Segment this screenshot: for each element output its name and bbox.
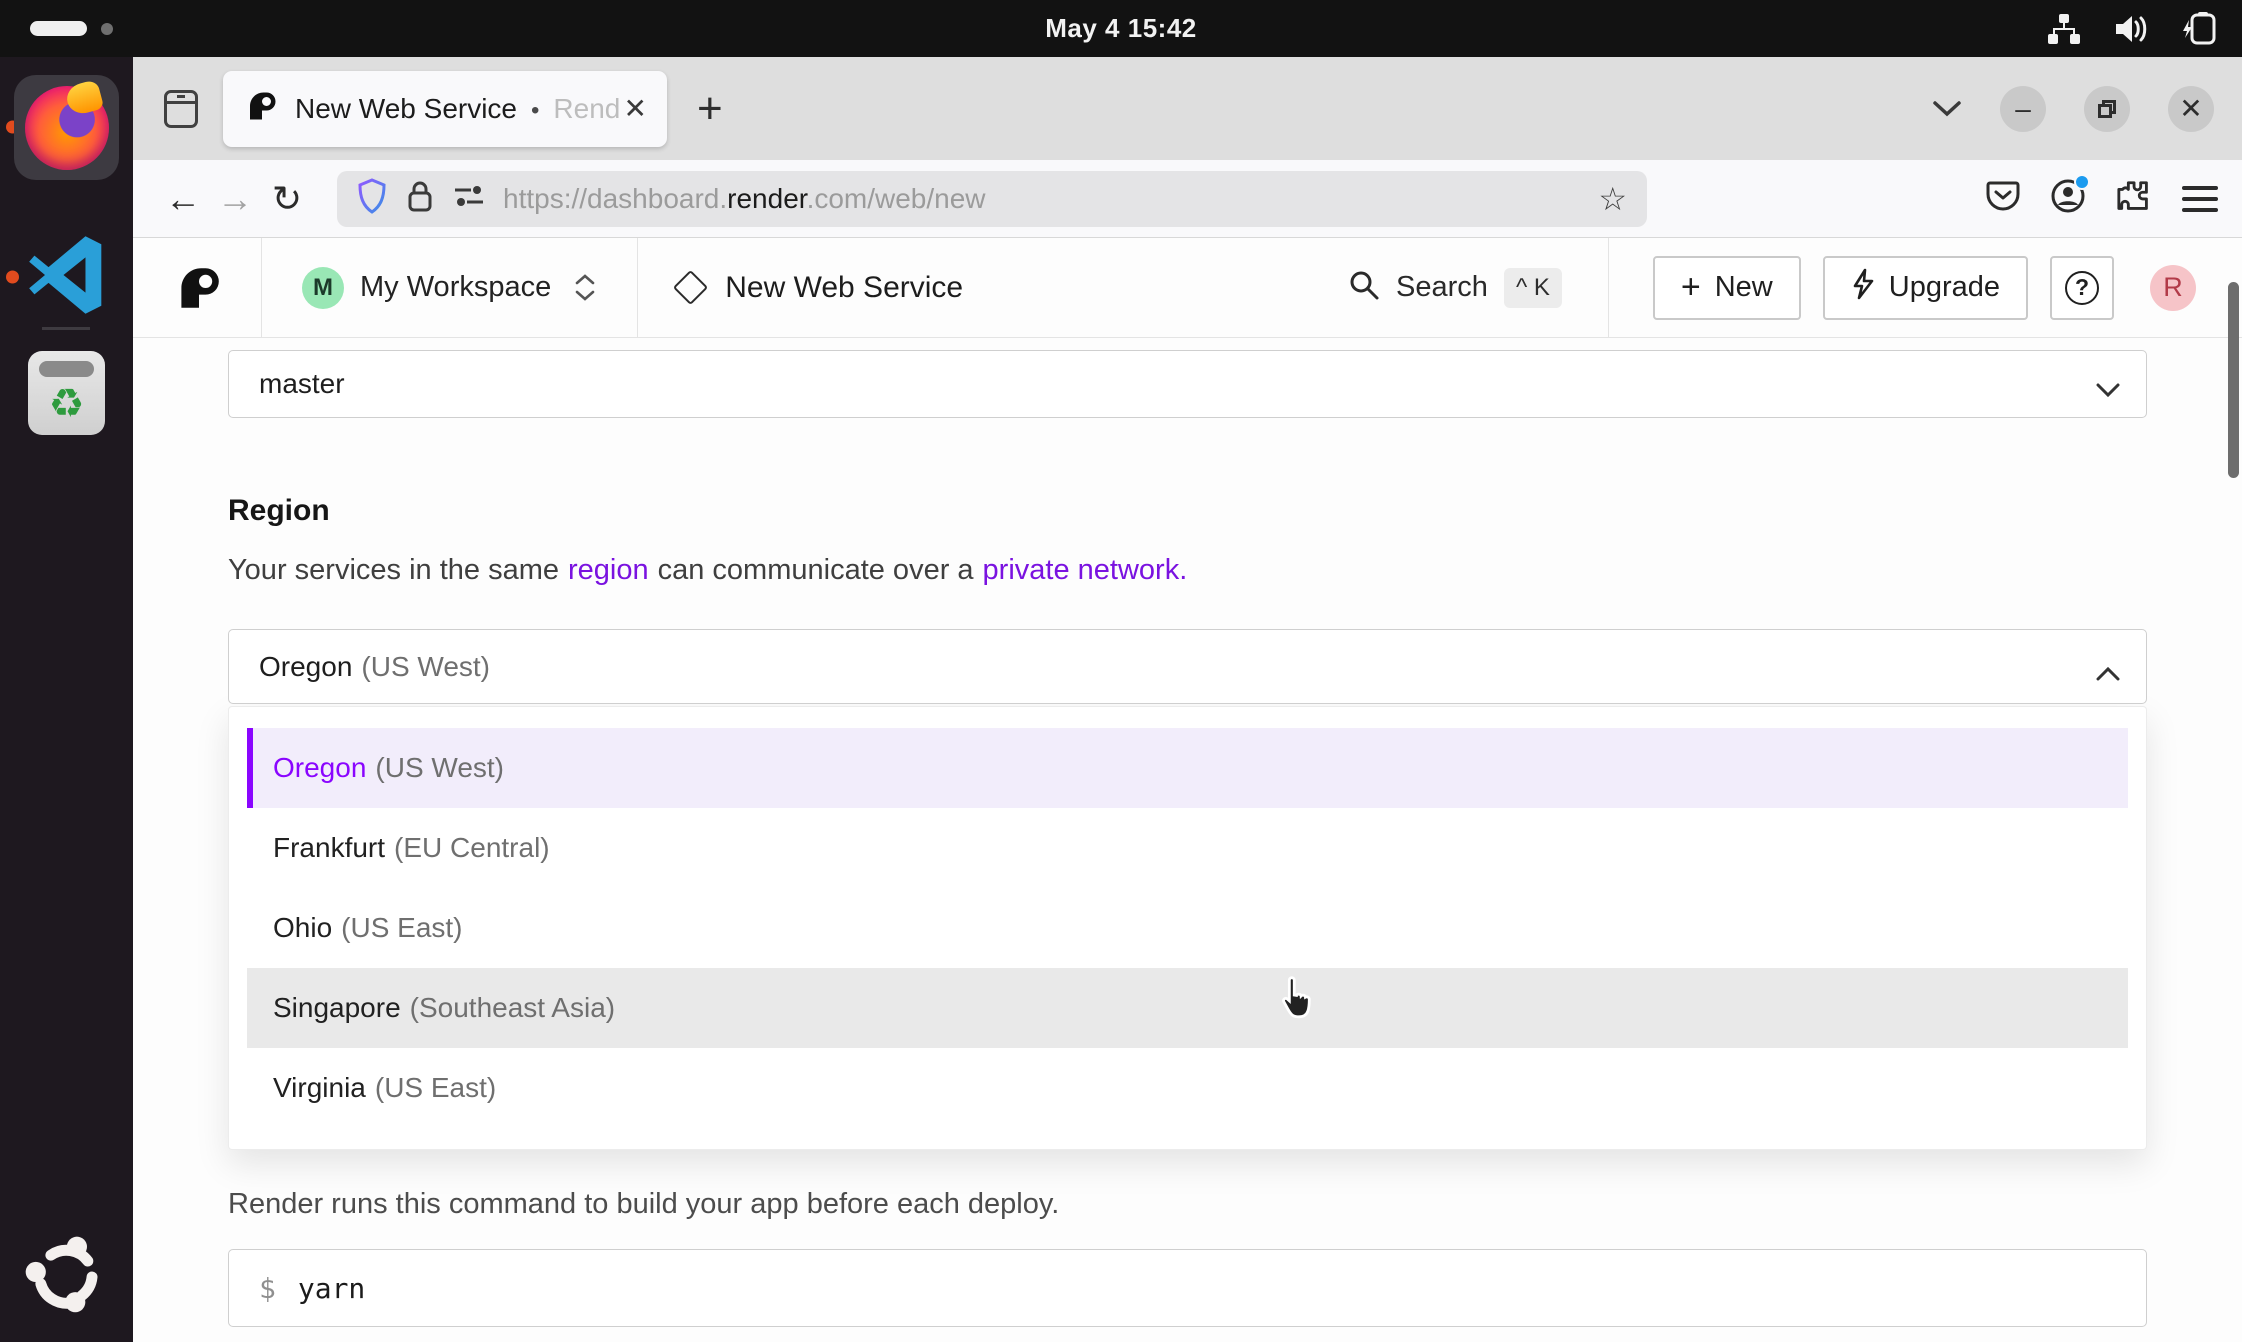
search-label: Search <box>1396 271 1488 304</box>
battery-icon[interactable] <box>2180 12 2220 46</box>
screen: May 4 15:42 <box>0 0 2242 1342</box>
reload-button[interactable]: ↻ <box>261 173 313 225</box>
tab-title: New Web Service•Rend <box>295 93 620 125</box>
site-header: M My Workspace New Web Service <box>133 238 2242 338</box>
tab-overview-button[interactable] <box>155 83 207 135</box>
permissions-icon[interactable] <box>453 183 485 214</box>
render-page: M My Workspace New Web Service <box>133 238 2242 1342</box>
build-command-help: Render runs this command to build your a… <box>228 1188 2147 1221</box>
tracking-shield-icon[interactable] <box>357 178 387 219</box>
url-text: https://dashboard.render.com/web/new <box>503 183 986 215</box>
region-link[interactable]: region <box>568 554 649 586</box>
close-button[interactable]: ✕ <box>2168 86 2214 132</box>
url-bar[interactable]: https://dashboard.render.com/web/new ☆ <box>337 171 1647 227</box>
minimize-button[interactable]: – <box>2000 86 2046 132</box>
new-tab-button[interactable]: + <box>697 87 723 131</box>
workspace-avatar: M <box>302 267 344 309</box>
dock: ♻ <box>0 57 133 1342</box>
region-option-frankfurt[interactable]: Frankfurt(EU Central) <box>247 808 2128 888</box>
user-avatar[interactable]: R <box>2150 265 2196 311</box>
navigation-bar: ← → ↻ https://dashboard.render.com/web/n… <box>133 160 2242 238</box>
menu-hamburger-icon[interactable] <box>2182 186 2218 212</box>
region-dropdown-list: Oregon(US West) Frankfurt(EU Central) Oh… <box>228 706 2147 1150</box>
restore-button[interactable] <box>2084 86 2130 132</box>
active-tab[interactable]: New Web Service•Rend ✕ <box>223 71 667 147</box>
bookmark-star-icon[interactable]: ☆ <box>1598 180 1627 218</box>
region-option-ohio[interactable]: Ohio(US East) <box>247 888 2128 968</box>
network-icon[interactable] <box>2046 12 2082 46</box>
dock-firefox[interactable] <box>0 57 133 197</box>
extensions-puzzle-icon[interactable] <box>2116 178 2152 219</box>
lightning-icon <box>1851 268 1875 308</box>
pocket-icon[interactable] <box>1986 180 2020 217</box>
vscode-icon <box>23 231 111 324</box>
browser-window: New Web Service•Rend ✕ + – ✕ ← → ↻ <box>133 57 2242 1342</box>
new-button[interactable]: + New <box>1653 256 1801 320</box>
lock-icon[interactable] <box>407 179 433 218</box>
private-network-link[interactable]: private network. <box>983 554 1188 586</box>
region-select-value: Oregon(US West) <box>259 651 490 683</box>
form-content: master Region Your services in the samer… <box>133 338 2242 1327</box>
restore-icon <box>2098 100 2116 118</box>
scrollbar-thumb[interactable] <box>2228 282 2239 478</box>
search-icon <box>1348 269 1380 306</box>
help-button[interactable]: ? <box>2050 256 2114 320</box>
forward-button[interactable]: → <box>209 173 261 225</box>
branch-value: master <box>259 368 345 400</box>
dock-vscode[interactable] <box>0 217 133 337</box>
tab-favicon-render-icon <box>247 91 277 126</box>
branch-select[interactable]: master <box>228 350 2147 418</box>
trash-icon[interactable]: ♻ <box>28 351 105 435</box>
command-prompt: $ <box>259 1272 276 1305</box>
region-heading: Region <box>228 494 2147 528</box>
search-button[interactable]: Search ^ K <box>1348 268 1562 308</box>
render-logo-icon[interactable] <box>177 266 221 310</box>
firefox-icon <box>14 75 119 180</box>
upgrade-button[interactable]: Upgrade <box>1823 256 2028 320</box>
system-top-bar: May 4 15:42 <box>0 0 2242 57</box>
back-button[interactable]: ← <box>157 173 209 225</box>
plus-icon: + <box>1681 268 1701 307</box>
tab-bar: New Web Service•Rend ✕ + – ✕ <box>133 57 2242 160</box>
search-shortcut-badge: ^ K <box>1504 268 1562 308</box>
system-clock[interactable]: May 4 15:42 <box>0 0 2242 57</box>
workspace-chevron-updown-icon <box>575 274 595 301</box>
diamond-icon <box>673 270 708 305</box>
question-icon: ? <box>2065 271 2099 305</box>
page-title: New Web Service <box>725 271 963 305</box>
page-title-group: New Web Service <box>678 271 963 305</box>
chevron-down-icon <box>2096 373 2118 395</box>
volume-icon[interactable] <box>2112 12 2150 46</box>
workspace-name: My Workspace <box>360 271 551 304</box>
workspace-switcher[interactable]: M My Workspace <box>302 267 595 309</box>
region-option-singapore[interactable]: Singapore(Southeast Asia) <box>247 968 2128 1048</box>
region-description: Your services in the sameregioncan commu… <box>228 554 2147 587</box>
running-indicator <box>6 271 19 284</box>
tab-close-icon[interactable]: ✕ <box>624 92 647 125</box>
region-select[interactable]: Oregon(US West) <box>228 629 2147 704</box>
command-value: yarn <box>298 1272 365 1305</box>
ubuntu-logo-icon[interactable] <box>24 1235 108 1319</box>
region-option-virginia[interactable]: Virginia(US East) <box>247 1048 2128 1128</box>
tab-overview-icon <box>164 90 198 128</box>
region-option-oregon[interactable]: Oregon(US West) <box>247 728 2128 808</box>
recycle-glyph: ♻ <box>49 384 85 424</box>
chevron-up-icon <box>2096 656 2118 678</box>
account-icon[interactable] <box>2050 178 2086 219</box>
system-tray[interactable] <box>2046 0 2220 57</box>
build-command-input[interactable]: $ yarn <box>228 1249 2147 1327</box>
list-tabs-chevron-icon[interactable] <box>1932 100 1962 118</box>
dock-separator <box>42 327 90 330</box>
account-notification-dot <box>2074 174 2090 190</box>
